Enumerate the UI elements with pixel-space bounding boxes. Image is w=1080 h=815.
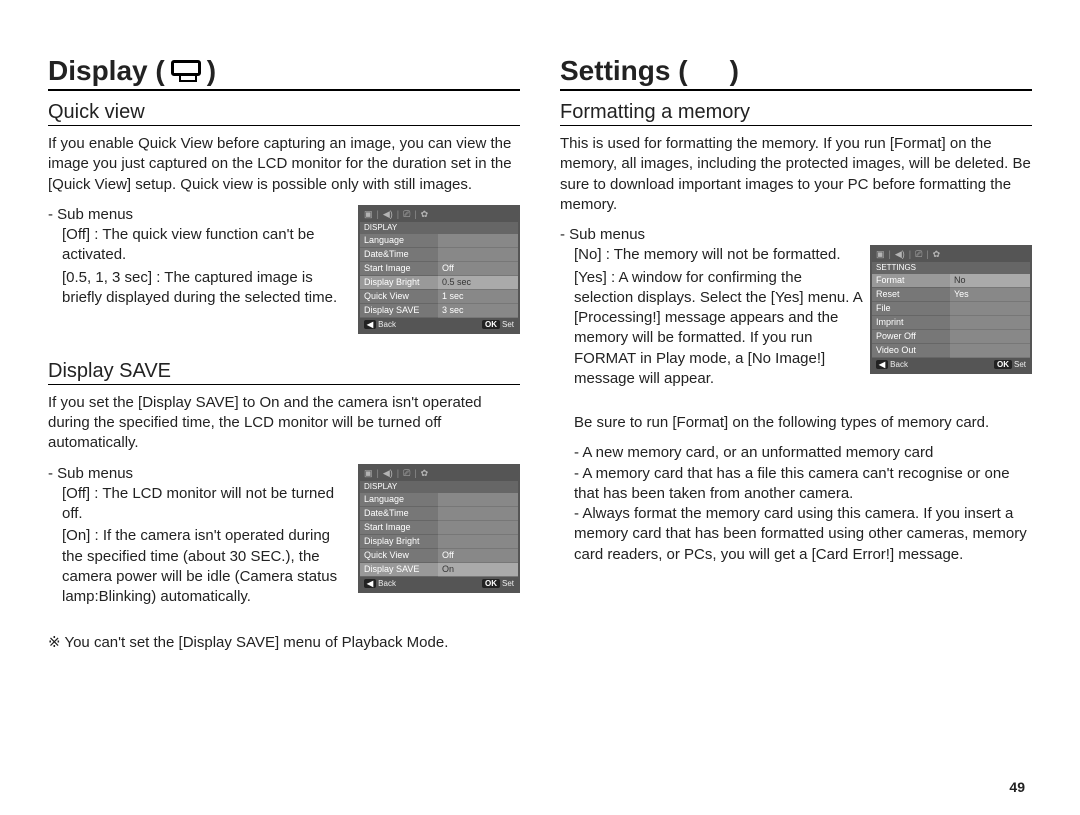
menu-row: Display SAVEOn — [360, 563, 518, 577]
ds-off-desc: : The LCD monitor will not be turned off… — [62, 485, 334, 522]
menu-row: ResetYes — [872, 288, 1030, 302]
fmt-no-desc: : The memory will not be formatted. — [606, 246, 841, 263]
qv-off-desc: : The quick view function can't be activ… — [62, 226, 314, 263]
menu-row: Start Image — [360, 521, 518, 535]
menu-row: Display Bright0.5 sec — [360, 276, 518, 290]
ss2-set: Set — [502, 579, 514, 588]
menu-row: Imprint — [872, 316, 1030, 330]
format-screenshot: ▣| ◀)| ⎚| ✿ SETTINGS FormatNoResetYesFil… — [870, 245, 1032, 374]
display-tab-icon: ⎚ — [915, 250, 922, 259]
ss-footer: ◀Back OKSet — [360, 318, 518, 332]
ss-set: Set — [502, 320, 514, 329]
display-title-close: ) — [207, 55, 216, 87]
fmt-yes-desc: : A window for conﬁrming the selection d… — [574, 269, 862, 387]
format-bullet-1: - A new memory card, or an unformatted m… — [560, 443, 1032, 463]
ds-def-off: [Off] : The LCD monitor will not be turn… — [62, 484, 350, 525]
display-save-heading: Display SAVE — [48, 360, 520, 385]
ss3-footer: ◀Back OKSet — [872, 358, 1030, 372]
ss-tab-bar: ▣| ◀)| ⎚| ✿ — [360, 207, 518, 222]
format-bullet-3: - Always format the memory card using th… — [560, 504, 1032, 565]
ss2-back: Back — [378, 579, 396, 588]
quick-view-heading: Quick view — [48, 101, 520, 126]
camera-icon: ▣ — [876, 250, 885, 259]
sound-icon: ◀) — [383, 210, 393, 219]
ss3-ok: OK — [994, 360, 1012, 369]
ss3-header: SETTINGS — [872, 262, 1030, 274]
format-para: This is used for formatting the memory. … — [560, 134, 1032, 215]
menu-row: Power Off — [872, 330, 1030, 344]
ds-on-desc: : If the camera isn't operated during th… — [62, 527, 337, 605]
ds-def-on: [On] : If the camera isn't operated duri… — [62, 526, 350, 607]
menu-row: Date&Time — [360, 248, 518, 262]
format-after-para: Be sure to run [Format] on the following… — [560, 413, 1032, 433]
fmt-no-term: [No] — [574, 246, 602, 263]
display-tab-icon: ⎚ — [403, 469, 410, 478]
monitor-icon — [171, 60, 201, 82]
qv-submenus-label: - Sub menus — [48, 205, 350, 225]
settings-tab-icon: ✿ — [421, 469, 429, 478]
menu-row: Start ImageOff — [360, 262, 518, 276]
display-save-note: ※ You can't set the [Display SAVE] menu … — [48, 633, 520, 653]
ss3-back: Back — [890, 360, 908, 369]
left-column: Display ( ) Quick view If you enable Qui… — [48, 55, 520, 795]
camera-icon: ▣ — [364, 469, 373, 478]
qv-time-term: [0.5, 1, 3 sec] — [62, 269, 152, 286]
qv-off-term: [Off] — [62, 226, 90, 243]
qv-def-off: [Off] : The quick view function can't be… — [62, 225, 350, 266]
display-heading: Display ( ) — [48, 55, 520, 91]
menu-row: Display Bright — [360, 535, 518, 549]
right-column: Settings ( ) Formatting a memory This is… — [560, 55, 1032, 795]
display-tab-icon: ⎚ — [403, 210, 410, 219]
ss2-footer: ◀Back OKSet — [360, 577, 518, 591]
ss2-tab-bar: ▣| ◀)| ⎚| ✿ — [360, 466, 518, 481]
ds-submenus-label: - Sub menus — [48, 464, 350, 484]
ds-off-term: [Off] — [62, 485, 90, 502]
fmt-def-yes: [Yes] : A window for conﬁrming the selec… — [574, 268, 862, 390]
ss-back: Back — [378, 320, 396, 329]
sound-icon: ◀) — [895, 250, 905, 259]
settings-tab-icon: ✿ — [933, 250, 941, 259]
menu-row: Display SAVE3 sec — [360, 304, 518, 318]
fmt-submenus-label: - Sub menus — [560, 225, 1032, 245]
menu-row: Quick View1 sec — [360, 290, 518, 304]
format-heading: Formatting a memory — [560, 101, 1032, 126]
qv-def-time: [0.5, 1, 3 sec] : The captured image is … — [62, 268, 350, 309]
ds-on-term: [On] — [62, 527, 90, 544]
ss2-ok: OK — [482, 579, 500, 588]
ss-ok: OK — [482, 320, 500, 329]
settings-title-text: Settings ( — [560, 55, 688, 87]
menu-row: Date&Time — [360, 507, 518, 521]
settings-heading: Settings ( ) — [560, 55, 1032, 91]
menu-row: Language — [360, 234, 518, 248]
display-title-text: Display ( — [48, 55, 165, 87]
menu-row: File — [872, 302, 1030, 316]
menu-row: FormatNo — [872, 274, 1030, 288]
sound-icon: ◀) — [383, 469, 393, 478]
menu-row: Language — [360, 493, 518, 507]
settings-tab-icon: ✿ — [421, 210, 429, 219]
fmt-yes-term: [Yes] — [574, 269, 607, 286]
ss-header: DISPLAY — [360, 222, 518, 234]
ss3-tab-bar: ▣| ◀)| ⎚| ✿ — [872, 247, 1030, 262]
camera-icon: ▣ — [364, 210, 373, 219]
settings-title-close: ) — [730, 55, 739, 87]
display-save-screenshot: ▣| ◀)| ⎚| ✿ DISPLAY LanguageDate&TimeSta… — [358, 464, 520, 593]
ss3-set: Set — [1014, 360, 1026, 369]
format-bullet-2: - A memory card that has a ﬁle this came… — [560, 464, 1032, 505]
fmt-def-no: [No] : The memory will not be formatted. — [574, 245, 862, 265]
menu-row: Video Out — [872, 344, 1030, 358]
page-number: 49 — [1009, 779, 1025, 795]
quick-view-screenshot: ▣| ◀)| ⎚| ✿ DISPLAY LanguageDate&TimeSta… — [358, 205, 520, 334]
display-save-para: If you set the [Display SAVE] to On and … — [48, 393, 520, 454]
ss2-header: DISPLAY — [360, 481, 518, 493]
menu-row: Quick ViewOff — [360, 549, 518, 563]
quick-view-para: If you enable Quick View before capturin… — [48, 134, 520, 195]
